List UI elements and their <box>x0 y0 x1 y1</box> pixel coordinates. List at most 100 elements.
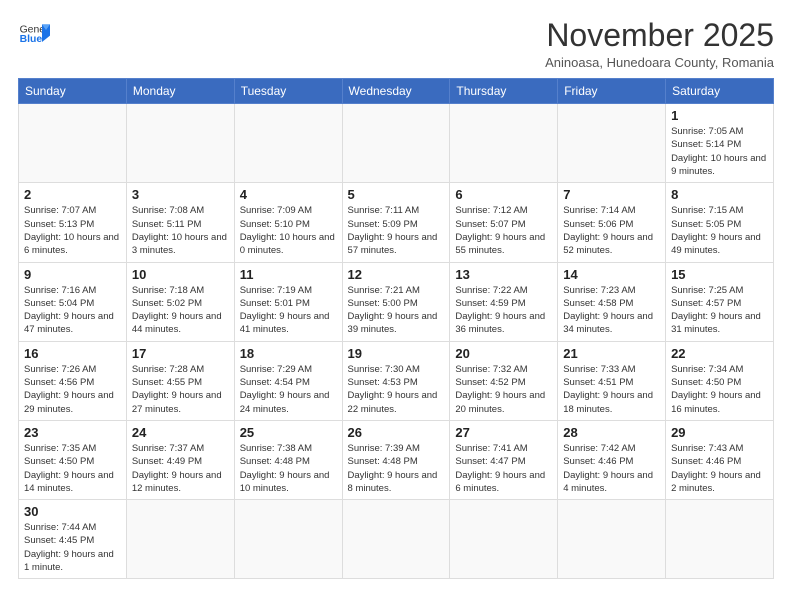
calendar-cell: 7 Sunrise: 7:14 AM Sunset: 5:06 PM Daylig… <box>558 183 666 262</box>
day-number: 8 <box>671 187 768 202</box>
calendar-cell: 19Sunrise: 7:30 AM Sunset: 4:53 PM Dayli… <box>342 341 450 420</box>
calendar-cell: 24Sunrise: 7:37 AM Sunset: 4:49 PM Dayli… <box>126 420 234 499</box>
day-info: Sunrise: 7:42 AM Sunset: 4:46 PM Dayligh… <box>563 442 660 495</box>
day-info: Sunrise: 7:19 AM Sunset: 5:01 PM Dayligh… <box>240 284 337 337</box>
day-info: Sunrise: 7:08 AM Sunset: 5:11 PM Dayligh… <box>132 204 229 257</box>
day-info: Sunrise: 7:23 AM Sunset: 4:58 PM Dayligh… <box>563 284 660 337</box>
col-header-sunday: Sunday <box>19 79 127 104</box>
day-number: 22 <box>671 346 768 361</box>
calendar-cell <box>558 500 666 579</box>
month-title: November 2025 <box>545 18 774 53</box>
day-info: Sunrise: 7:21 AM Sunset: 5:00 PM Dayligh… <box>348 284 445 337</box>
calendar-cell <box>450 104 558 183</box>
day-info: Sunrise: 7:39 AM Sunset: 4:48 PM Dayligh… <box>348 442 445 495</box>
week-row-5: 30 Sunrise: 7:44 AM Sunset: 4:45 PM Dayli… <box>19 500 774 579</box>
calendar-cell <box>234 500 342 579</box>
day-info: Sunrise: 7:38 AM Sunset: 4:48 PM Dayligh… <box>240 442 337 495</box>
day-number: 6 <box>455 187 552 202</box>
calendar-cell <box>342 500 450 579</box>
day-number: 28 <box>563 425 660 440</box>
subtitle: Aninoasa, Hunedoara County, Romania <box>545 55 774 70</box>
calendar-cell: 21 Sunrise: 7:33 AM Sunset: 4:51 PM Dayli… <box>558 341 666 420</box>
day-number: 11 <box>240 267 337 282</box>
calendar-cell: 17 Sunrise: 7:28 AM Sunset: 4:55 PM Dayli… <box>126 341 234 420</box>
day-number: 16 <box>24 346 121 361</box>
day-info: Sunrise: 7:33 AM Sunset: 4:51 PM Dayligh… <box>563 363 660 416</box>
day-info: Sunrise: 7:15 AM Sunset: 5:05 PM Dayligh… <box>671 204 768 257</box>
header-row: SundayMondayTuesdayWednesdayThursdayFrid… <box>19 79 774 104</box>
calendar-cell: 8 Sunrise: 7:15 AM Sunset: 5:05 PM Daylig… <box>666 183 774 262</box>
calendar-cell: 15Sunrise: 7:25 AM Sunset: 4:57 PM Dayli… <box>666 262 774 341</box>
calendar-cell: 20 Sunrise: 7:32 AM Sunset: 4:52 PM Dayli… <box>450 341 558 420</box>
calendar-cell <box>126 104 234 183</box>
day-number: 1 <box>671 108 768 123</box>
day-number: 14 <box>563 267 660 282</box>
day-number: 24 <box>132 425 229 440</box>
calendar-cell: 27Sunrise: 7:41 AM Sunset: 4:47 PM Dayli… <box>450 420 558 499</box>
calendar-cell <box>666 500 774 579</box>
day-number: 3 <box>132 187 229 202</box>
col-header-monday: Monday <box>126 79 234 104</box>
col-header-tuesday: Tuesday <box>234 79 342 104</box>
day-number: 12 <box>348 267 445 282</box>
day-number: 18 <box>240 346 337 361</box>
calendar-cell <box>19 104 127 183</box>
calendar-cell <box>558 104 666 183</box>
week-row-0: 1 Sunrise: 7:05 AM Sunset: 5:14 PM Daylig… <box>19 104 774 183</box>
day-info: Sunrise: 7:34 AM Sunset: 4:50 PM Dayligh… <box>671 363 768 416</box>
calendar-cell: 23Sunrise: 7:35 AM Sunset: 4:50 PM Dayli… <box>19 420 127 499</box>
day-number: 13 <box>455 267 552 282</box>
day-number: 7 <box>563 187 660 202</box>
calendar-cell: 16Sunrise: 7:26 AM Sunset: 4:56 PM Dayli… <box>19 341 127 420</box>
day-number: 19 <box>348 346 445 361</box>
day-info: Sunrise: 7:05 AM Sunset: 5:14 PM Dayligh… <box>671 125 768 178</box>
day-info: Sunrise: 7:44 AM Sunset: 4:45 PM Dayligh… <box>24 521 121 574</box>
day-number: 21 <box>563 346 660 361</box>
day-info: Sunrise: 7:25 AM Sunset: 4:57 PM Dayligh… <box>671 284 768 337</box>
day-number: 25 <box>240 425 337 440</box>
day-number: 2 <box>24 187 121 202</box>
day-info: Sunrise: 7:28 AM Sunset: 4:55 PM Dayligh… <box>132 363 229 416</box>
calendar-cell: 11 Sunrise: 7:19 AM Sunset: 5:01 PM Dayli… <box>234 262 342 341</box>
svg-text:Blue: Blue <box>20 34 43 45</box>
week-row-2: 9Sunrise: 7:16 AM Sunset: 5:04 PM Daylig… <box>19 262 774 341</box>
col-header-wednesday: Wednesday <box>342 79 450 104</box>
calendar-cell: 25 Sunrise: 7:38 AM Sunset: 4:48 PM Dayli… <box>234 420 342 499</box>
calendar-cell: 5Sunrise: 7:11 AM Sunset: 5:09 PM Daylig… <box>342 183 450 262</box>
day-number: 17 <box>132 346 229 361</box>
week-row-1: 2Sunrise: 7:07 AM Sunset: 5:13 PM Daylig… <box>19 183 774 262</box>
day-info: Sunrise: 7:29 AM Sunset: 4:54 PM Dayligh… <box>240 363 337 416</box>
logo: General Blue <box>18 18 50 50</box>
calendar-cell: 29 Sunrise: 7:43 AM Sunset: 4:46 PM Dayli… <box>666 420 774 499</box>
calendar-cell <box>234 104 342 183</box>
calendar-cell: 10Sunrise: 7:18 AM Sunset: 5:02 PM Dayli… <box>126 262 234 341</box>
day-info: Sunrise: 7:32 AM Sunset: 4:52 PM Dayligh… <box>455 363 552 416</box>
day-info: Sunrise: 7:43 AM Sunset: 4:46 PM Dayligh… <box>671 442 768 495</box>
logo-icon: General Blue <box>18 18 50 50</box>
calendar-cell: 6 Sunrise: 7:12 AM Sunset: 5:07 PM Daylig… <box>450 183 558 262</box>
calendar-cell: 1 Sunrise: 7:05 AM Sunset: 5:14 PM Daylig… <box>666 104 774 183</box>
col-header-thursday: Thursday <box>450 79 558 104</box>
day-info: Sunrise: 7:14 AM Sunset: 5:06 PM Dayligh… <box>563 204 660 257</box>
day-info: Sunrise: 7:18 AM Sunset: 5:02 PM Dayligh… <box>132 284 229 337</box>
calendar-cell <box>126 500 234 579</box>
calendar-cell: 13 Sunrise: 7:22 AM Sunset: 4:59 PM Dayli… <box>450 262 558 341</box>
calendar-cell: 30 Sunrise: 7:44 AM Sunset: 4:45 PM Dayli… <box>19 500 127 579</box>
week-row-4: 23Sunrise: 7:35 AM Sunset: 4:50 PM Dayli… <box>19 420 774 499</box>
day-info: Sunrise: 7:09 AM Sunset: 5:10 PM Dayligh… <box>240 204 337 257</box>
day-info: Sunrise: 7:11 AM Sunset: 5:09 PM Dayligh… <box>348 204 445 257</box>
calendar: SundayMondayTuesdayWednesdayThursdayFrid… <box>18 78 774 579</box>
day-info: Sunrise: 7:22 AM Sunset: 4:59 PM Dayligh… <box>455 284 552 337</box>
day-number: 20 <box>455 346 552 361</box>
calendar-cell: 22 Sunrise: 7:34 AM Sunset: 4:50 PM Dayli… <box>666 341 774 420</box>
day-number: 30 <box>24 504 121 519</box>
day-info: Sunrise: 7:12 AM Sunset: 5:07 PM Dayligh… <box>455 204 552 257</box>
calendar-cell: 9Sunrise: 7:16 AM Sunset: 5:04 PM Daylig… <box>19 262 127 341</box>
day-number: 29 <box>671 425 768 440</box>
calendar-cell: 18 Sunrise: 7:29 AM Sunset: 4:54 PM Dayli… <box>234 341 342 420</box>
day-number: 26 <box>348 425 445 440</box>
day-info: Sunrise: 7:16 AM Sunset: 5:04 PM Dayligh… <box>24 284 121 337</box>
calendar-cell: 12 Sunrise: 7:21 AM Sunset: 5:00 PM Dayli… <box>342 262 450 341</box>
day-number: 27 <box>455 425 552 440</box>
calendar-cell <box>450 500 558 579</box>
